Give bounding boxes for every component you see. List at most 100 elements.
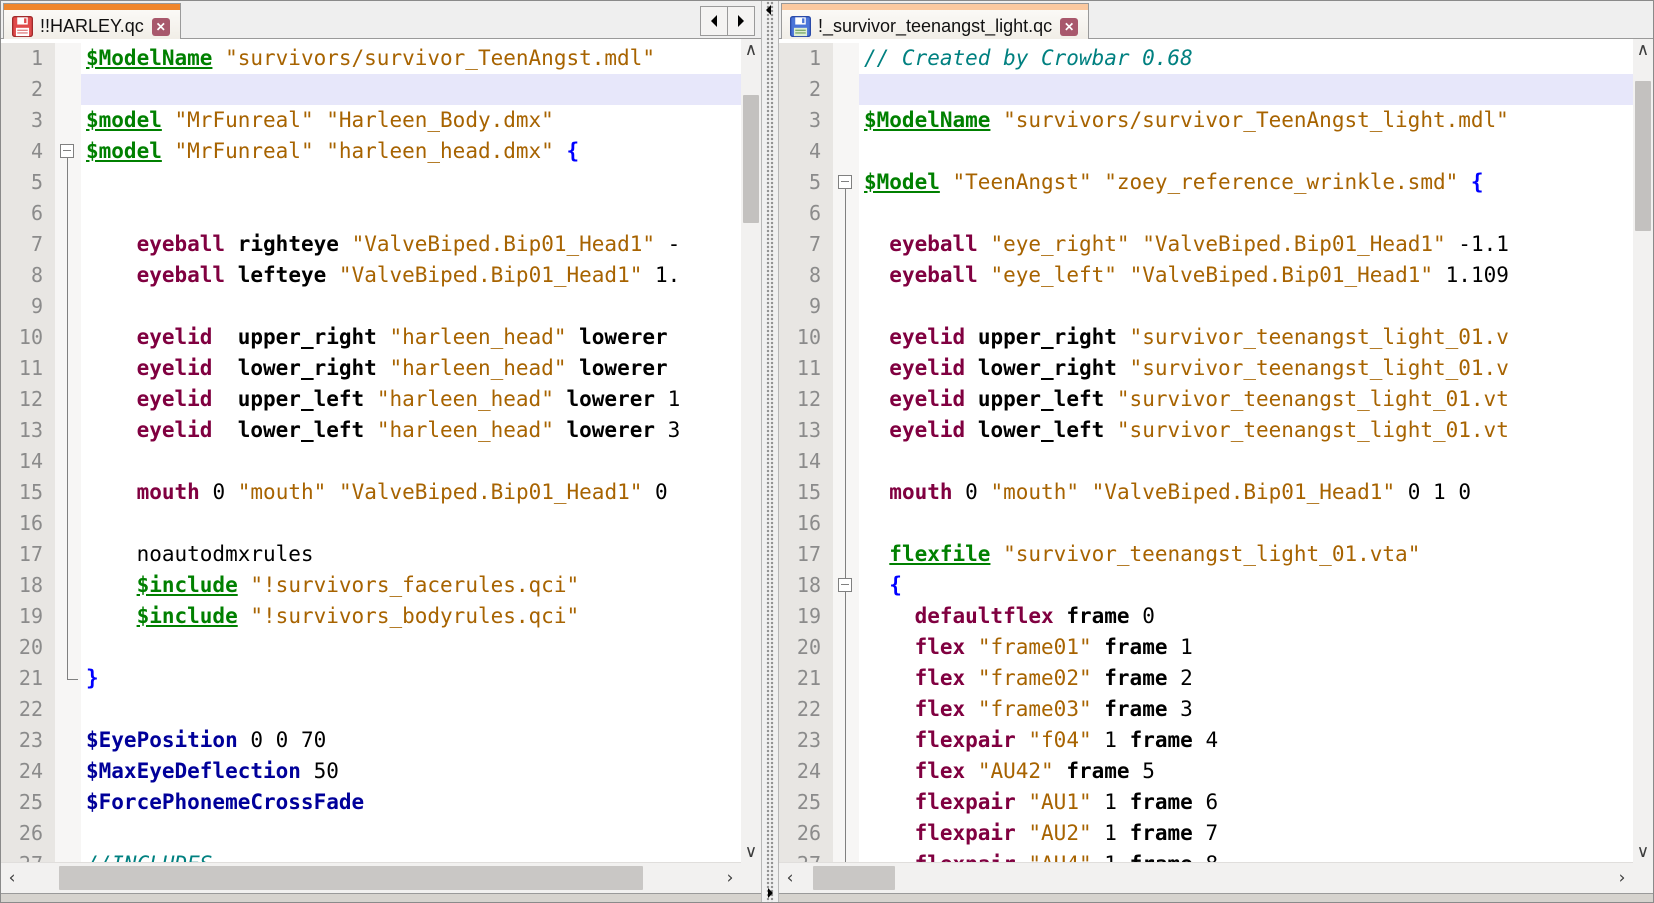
code-text[interactable]: defaultflex frame 0	[859, 601, 1633, 632]
code-line[interactable]: 6	[779, 198, 1633, 229]
line-number[interactable]: 5	[779, 167, 833, 198]
code-line[interactable]: 24 $MaxEyeDeflection 50	[1, 756, 741, 787]
vertical-scrollbar-right[interactable]: ∧ ∨	[1633, 39, 1653, 893]
code-line[interactable]: 25 $ForcePhonemeCrossFade	[1, 787, 741, 818]
fold-collapse-box-icon[interactable]	[60, 143, 74, 158]
code-line[interactable]: 11 eyelid lower_right "harleen_head" low…	[1, 353, 741, 384]
line-number[interactable]: 27	[779, 849, 833, 862]
code-text[interactable]: {	[859, 570, 1633, 601]
fold-margin[interactable]	[833, 570, 859, 601]
line-number[interactable]: 12	[779, 384, 833, 415]
tab-harley[interactable]: !!HARLEY.qc ✕	[3, 3, 181, 39]
code-line[interactable]: 20	[1, 632, 741, 663]
code-area-right[interactable]: 1// Created by Crowbar 0.68 2 3 $ModelName …	[779, 39, 1633, 862]
line-number[interactable]: 4	[1, 136, 55, 167]
line-number[interactable]: 24	[779, 756, 833, 787]
line-number[interactable]: 9	[1, 291, 55, 322]
code-text[interactable]: }	[81, 663, 741, 694]
code-text[interactable]	[81, 198, 741, 229]
code-line[interactable]: 16	[1, 508, 741, 539]
code-text[interactable]: eyelid upper_right "survivor_teenangst_l…	[859, 322, 1633, 353]
scroll-down-arrow-icon[interactable]: ∨	[1633, 841, 1653, 863]
line-number[interactable]: 8	[1, 260, 55, 291]
vscroll-track[interactable]	[741, 61, 761, 841]
scroll-down-arrow-icon[interactable]: ∨	[741, 841, 761, 863]
code-text[interactable]: eyeball "eye_left" "ValveBiped.Bip01_Hea…	[859, 260, 1633, 291]
line-number[interactable]: 27	[1, 849, 55, 862]
vscroll-thumb[interactable]	[1635, 81, 1651, 231]
code-line[interactable]: 4	[779, 136, 1633, 167]
line-number[interactable]: 14	[1, 446, 55, 477]
line-number[interactable]: 13	[779, 415, 833, 446]
code-text[interactable]: $Model "TeenAngst" "zoey_reference_wrink…	[859, 167, 1633, 198]
code-line[interactable]: 27 //INCLUDES	[1, 849, 741, 862]
scroll-left-arrow-icon[interactable]: ‹	[779, 863, 801, 893]
code-line[interactable]: 15 mouth 0 "mouth" "ValveBiped.Bip01_Hea…	[779, 477, 1633, 508]
vscroll-track[interactable]	[1633, 61, 1653, 841]
code-text[interactable]: $EyePosition 0 0 70	[81, 725, 741, 756]
line-number[interactable]: 15	[1, 477, 55, 508]
code-line[interactable]: 26 flexpair "AU2" 1 frame 7	[779, 818, 1633, 849]
line-number[interactable]: 15	[779, 477, 833, 508]
code-text[interactable]: mouth 0 "mouth" "ValveBiped.Bip01_Head1"…	[81, 477, 741, 508]
line-number[interactable]: 19	[779, 601, 833, 632]
line-number[interactable]: 24	[1, 756, 55, 787]
line-number[interactable]: 22	[1, 694, 55, 725]
code-line[interactable]: 8 eyeball lefteye "ValveBiped.Bip01_Head…	[1, 260, 741, 291]
pane-splitter[interactable]	[761, 1, 779, 902]
code-line[interactable]: 8 eyeball "eye_left" "ValveBiped.Bip01_H…	[779, 260, 1633, 291]
code-line[interactable]: 23 flexpair "f04" 1 frame 4	[779, 725, 1633, 756]
line-number[interactable]: 25	[779, 787, 833, 818]
code-text[interactable]: flex "AU42" frame 5	[859, 756, 1633, 787]
line-number[interactable]: 7	[1, 229, 55, 260]
line-number[interactable]: 5	[1, 167, 55, 198]
scroll-up-arrow-icon[interactable]: ∧	[741, 39, 761, 61]
code-line[interactable]: 3 $ModelName "survivors/survivor_TeenAngs…	[779, 105, 1633, 136]
hscroll-track[interactable]	[23, 863, 719, 893]
code-text[interactable]: eyelid upper_left "survivor_teenangst_li…	[859, 384, 1633, 415]
line-number[interactable]: 3	[1, 105, 55, 136]
code-line[interactable]: 3 $model "MrFunreal" "Harleen_Body.dmx"	[1, 105, 741, 136]
code-line[interactable]: 10 eyelid upper_right "harleen_head" low…	[1, 322, 741, 353]
code-line[interactable]: 24 flex "AU42" frame 5	[779, 756, 1633, 787]
code-text[interactable]: flexpair "AU4" 1 frame 8	[859, 849, 1633, 862]
line-number[interactable]: 18	[1, 570, 55, 601]
code-line[interactable]: 23 $EyePosition 0 0 70	[1, 725, 741, 756]
line-number[interactable]: 16	[1, 508, 55, 539]
vscroll-thumb[interactable]	[743, 95, 759, 223]
code-line[interactable]: 27 flexpair "AU4" 1 frame 8	[779, 849, 1633, 862]
line-number[interactable]: 10	[779, 322, 833, 353]
code-line[interactable]: 9	[1, 291, 741, 322]
code-text[interactable]	[859, 136, 1633, 167]
code-line[interactable]: 26	[1, 818, 741, 849]
code-line[interactable]: 19 defaultflex frame 0	[779, 601, 1633, 632]
code-text[interactable]: mouth 0 "mouth" "ValveBiped.Bip01_Head1"…	[859, 477, 1633, 508]
line-number[interactable]: 6	[779, 198, 833, 229]
line-number[interactable]: 20	[779, 632, 833, 663]
horizontal-scrollbar-right[interactable]: ‹ ›	[779, 862, 1633, 893]
code-text[interactable]	[859, 198, 1633, 229]
code-text[interactable]: eyelid lower_left "harleen_head" lowerer…	[81, 415, 741, 446]
code-line[interactable]: 1 // Created by Crowbar 0.68	[779, 43, 1633, 74]
code-line[interactable]: 12 eyelid upper_left "survivor_teenangst…	[779, 384, 1633, 415]
code-text[interactable]: eyeball "eye_right" "ValveBiped.Bip01_He…	[859, 229, 1633, 260]
code-line[interactable]: 14	[1, 446, 741, 477]
fold-collapse-box-icon[interactable]	[838, 174, 852, 189]
code-line[interactable]: 21 flex "frame02" frame 2	[779, 663, 1633, 694]
code-text[interactable]	[81, 446, 741, 477]
code-text[interactable]: // Created by Crowbar 0.68	[859, 43, 1633, 74]
code-area-left[interactable]: 1 $ModelName "survivors/survivor_TeenAngs…	[1, 39, 741, 862]
code-text[interactable]: flex "frame01" frame 1	[859, 632, 1633, 663]
code-line[interactable]: 15 mouth 0 "mouth" "ValveBiped.Bip01_Hea…	[1, 477, 741, 508]
code-text[interactable]: $model "MrFunreal" "Harleen_Body.dmx"	[81, 105, 741, 136]
code-text[interactable]	[81, 632, 741, 663]
code-text[interactable]: eyeball lefteye "ValveBiped.Bip01_Head1"…	[81, 260, 741, 291]
code-text[interactable]: eyelid lower_left "survivor_teenangst_li…	[859, 415, 1633, 446]
hscroll-thumb[interactable]	[813, 866, 895, 890]
code-line[interactable]: 7 eyeball righteye "ValveBiped.Bip01_Hea…	[1, 229, 741, 260]
code-text[interactable]: $MaxEyeDeflection 50	[81, 756, 741, 787]
line-number[interactable]: 9	[779, 291, 833, 322]
code-text[interactable]: flex "frame02" frame 2	[859, 663, 1633, 694]
code-text[interactable]: eyelid upper_right "harleen_head" lowere…	[81, 322, 741, 353]
code-line[interactable]: 7 eyeball "eye_right" "ValveBiped.Bip01_…	[779, 229, 1633, 260]
